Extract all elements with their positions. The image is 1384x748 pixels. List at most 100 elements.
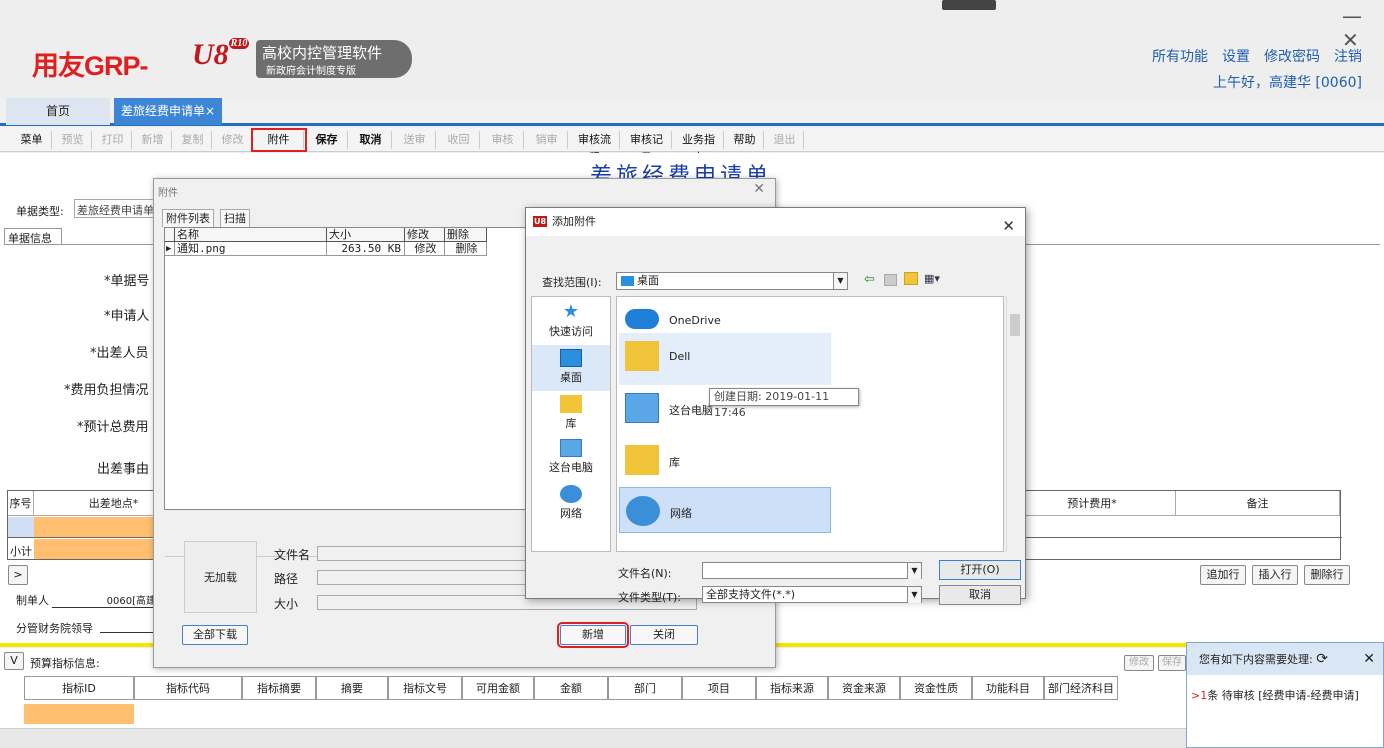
toolbar-button[interactable]: 审核流程: [570, 131, 620, 164]
toolbar-button[interactable]: 预览: [54, 131, 92, 149]
insert-row-button[interactable]: 插入行: [1252, 565, 1298, 585]
attachment-edit[interactable]: 修改: [405, 242, 445, 256]
open-button[interactable]: 打开(O): [939, 560, 1021, 580]
toolbar-button[interactable]: 审核记录: [622, 131, 672, 164]
chevron-down-icon[interactable]: ▼: [833, 273, 847, 289]
toolbar-button[interactable]: 收回: [438, 131, 480, 149]
row-pointer-icon: ▶: [165, 242, 175, 256]
toolbar-button[interactable]: 复制: [174, 131, 212, 149]
toolbar-button[interactable]: 打印: [94, 131, 132, 149]
field-label-cost-bearing: *费用负担情况: [64, 383, 149, 398]
look-in-select[interactable]: 桌面 ▼: [616, 272, 848, 290]
file-type-select[interactable]: 全部支持文件(*.*) ▼: [702, 586, 922, 603]
toolbar-button[interactable]: 取消: [350, 131, 392, 149]
place-this-pc-label: 这台电脑: [549, 461, 593, 474]
budget-id-cell[interactable]: [24, 704, 134, 724]
look-in-label: 查找范围(I):: [542, 276, 602, 289]
row-selector[interactable]: [8, 517, 34, 537]
file-name-label: 文件名: [274, 548, 311, 562]
place-quick-access[interactable]: ★ 快速访问: [532, 303, 610, 339]
place-desktop[interactable]: 桌面: [532, 345, 610, 391]
tab-doc-info[interactable]: 单据信息: [4, 228, 62, 245]
budget-save-button[interactable]: 保存: [1158, 655, 1186, 671]
item-network[interactable]: 网络: [619, 487, 831, 533]
place-this-pc[interactable]: 这台电脑: [532, 439, 610, 475]
item-library[interactable]: 库: [619, 437, 831, 485]
toolbar-button[interactable]: 退出: [766, 131, 804, 149]
item-network-label: 网络: [670, 507, 692, 520]
tab-travel-expense[interactable]: 差旅经费申请单×: [114, 98, 222, 125]
toolbar-button[interactable]: 菜单 ▾: [12, 131, 52, 164]
append-row-button[interactable]: 追加行: [1200, 565, 1246, 585]
toolbar-button[interactable]: 新增: [134, 131, 172, 149]
tab-close-icon[interactable]: ×: [205, 104, 215, 118]
place-library[interactable]: 库: [532, 395, 610, 431]
todo-panel: 您有如下内容需要处理: ⟳ ✕ >1条 待审核 [经费申请-经费申请]: [1186, 642, 1384, 748]
attachment-delete[interactable]: 删除: [445, 242, 487, 256]
close-dialog-button[interactable]: 关闭: [630, 625, 698, 645]
budget-toggle[interactable]: V: [4, 652, 24, 670]
chevron-down-icon[interactable]: ▼: [907, 563, 921, 579]
field-label-doc-no: *单据号: [104, 274, 150, 289]
tab-home[interactable]: 首页: [6, 98, 110, 125]
chevron-down-icon[interactable]: ▼: [907, 587, 921, 603]
toolbar-button[interactable]: 审核: [482, 131, 524, 149]
toolbar-button[interactable]: 修改: [214, 131, 252, 149]
toolbar-button[interactable]: 业务指南: [674, 131, 724, 164]
budget-edit-button[interactable]: 修改: [1124, 655, 1154, 671]
cloud-icon: [625, 309, 659, 329]
tray-indicator: [942, 0, 996, 10]
budget-col-header: 指标ID: [24, 676, 134, 700]
minimize-button[interactable]: —: [1342, 4, 1362, 28]
up-folder-icon[interactable]: [884, 274, 897, 286]
new-folder-icon[interactable]: [904, 272, 918, 285]
refresh-icon[interactable]: ⟳: [1316, 651, 1328, 667]
delete-row-button[interactable]: 删除行: [1304, 565, 1350, 585]
attachment-name[interactable]: 通知.png: [175, 242, 327, 256]
add-attachment-button[interactable]: 新增: [557, 622, 629, 648]
item-library-label: 库: [669, 456, 680, 469]
toolbar-button[interactable]: 帮助: [726, 131, 764, 149]
place-network[interactable]: 网络: [532, 485, 610, 521]
toolbar-button[interactable]: 送审: [394, 131, 436, 149]
view-menu-icon[interactable]: ▦▾: [924, 272, 940, 285]
link-logout[interactable]: 注销: [1334, 49, 1362, 65]
link-all-functions[interactable]: 所有功能: [1152, 49, 1208, 65]
todo-item-arrow: >: [1191, 689, 1201, 702]
link-settings[interactable]: 设置: [1222, 49, 1250, 65]
col-header-remark: 备注: [1176, 491, 1340, 516]
v-scrollbar[interactable]: [1006, 296, 1022, 552]
expand-button[interactable]: >: [8, 565, 28, 585]
list-corner: [165, 228, 175, 242]
cancel-button[interactable]: 取消: [939, 585, 1021, 605]
budget-col-header: 指标来源: [756, 676, 828, 700]
product-name: 高校内控管理软件: [262, 44, 383, 62]
attachment-dialog-title: 附件: [158, 188, 178, 199]
budget-col-header: 部门: [608, 676, 682, 700]
todo-item[interactable]: >1条 待审核 [经费申请-经费申请]: [1191, 687, 1359, 703]
desktop-icon: [560, 349, 582, 367]
scroll-thumb[interactable]: [1010, 314, 1020, 336]
attachment-close-icon[interactable]: ✕: [753, 181, 765, 197]
todo-item-text: 条 待审核 [经费申请-经费申请]: [1207, 689, 1359, 702]
tab-scan[interactable]: 扫描: [220, 209, 250, 227]
file-type-value: 全部支持文件(*.*): [706, 588, 796, 601]
file-name-label: 文件名(N):: [618, 567, 672, 580]
file-name-input[interactable]: ▼: [702, 562, 922, 579]
todo-close-icon[interactable]: ✕: [1363, 643, 1375, 675]
toolbar-button[interactable]: 销审: [526, 131, 568, 149]
library-icon: [625, 445, 659, 475]
toolbar-button[interactable]: 保存: [306, 131, 348, 149]
link-change-password[interactable]: 修改密码: [1264, 49, 1320, 65]
download-all-button[interactable]: 全部下载: [182, 625, 248, 645]
toolbar-button[interactable]: 附件: [251, 128, 307, 152]
doc-type-field[interactable]: 差旅经费申请单: [74, 199, 156, 218]
item-dell-label: Dell: [669, 350, 691, 363]
file-open-title: 添加附件: [552, 215, 596, 228]
tab-attachment-list[interactable]: 附件列表: [162, 209, 214, 227]
col-name: 名称: [175, 228, 327, 242]
item-dell[interactable]: Dell: [619, 333, 831, 385]
item-this-pc-label: 这台电脑: [669, 404, 713, 417]
back-icon[interactable]: ⇦: [864, 272, 875, 287]
brand-version: R10: [228, 38, 250, 49]
